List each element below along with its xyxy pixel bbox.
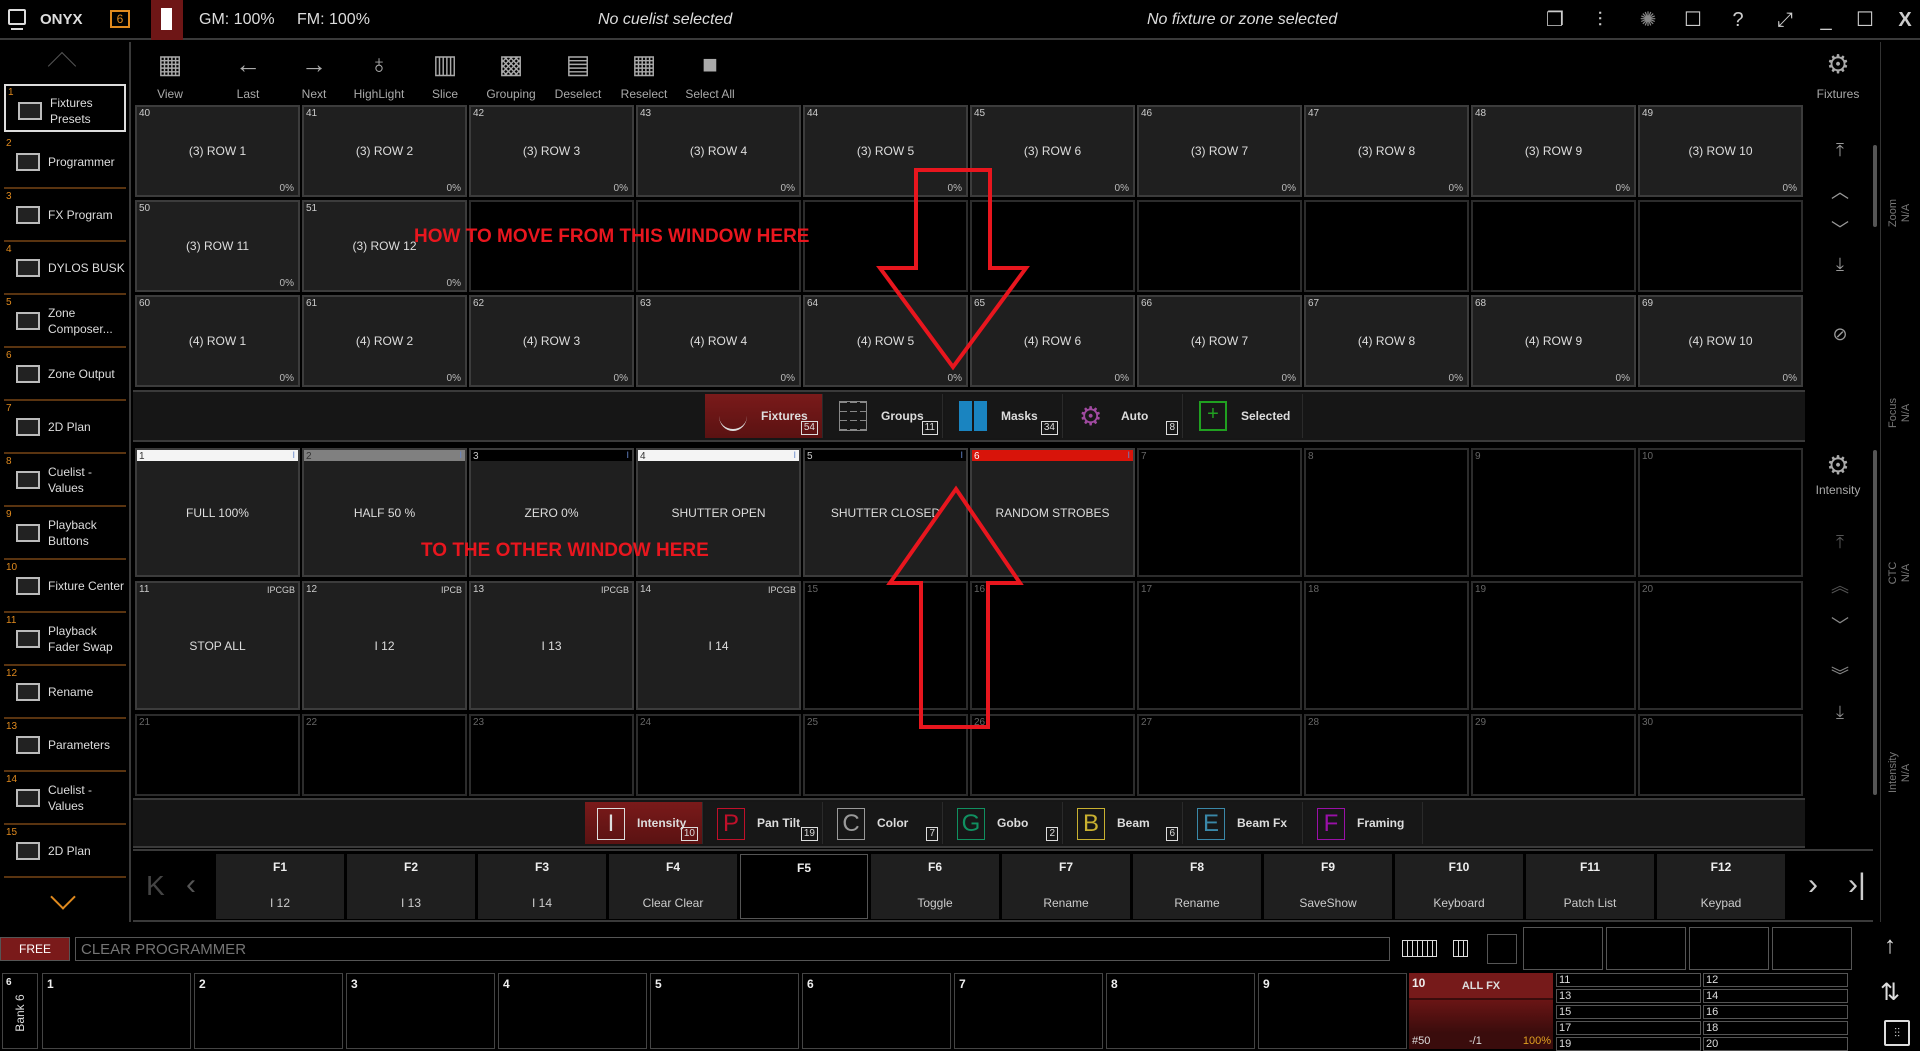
annotation-arrows	[876, 168, 1030, 729]
grid-icon: ▦	[157, 48, 183, 79]
toolbar-label: Reselect	[620, 87, 668, 101]
toolbar-deselect-button[interactable]: ▤ Deselect	[546, 44, 610, 102]
toolbar-highlight-button[interactable]: ♁ HighLight	[347, 44, 411, 102]
up-arrow	[886, 485, 1024, 729]
down-arrow	[876, 168, 1030, 371]
toolbar-grouping-button[interactable]: ▩ Grouping	[479, 44, 543, 102]
toolbar-next-button[interactable]: → Next	[282, 44, 346, 102]
toolbar-slice-button[interactable]: ▥ Slice	[413, 44, 477, 102]
toolbar-label: Grouping	[486, 87, 536, 101]
deselect-icon: ▤	[565, 48, 591, 79]
toolbar-label: Last	[236, 87, 260, 101]
toolbar-label: HighLight	[353, 87, 405, 101]
arrow-left-icon: ←	[235, 48, 261, 79]
toolbar-last-button[interactable]: ← Last	[216, 44, 280, 102]
toolbar-label: Slice	[431, 87, 458, 101]
reselect-icon: ▦	[631, 48, 657, 79]
toolbar-reselect-button[interactable]: ▦ Reselect	[612, 44, 676, 102]
grouping-icon: ▩	[498, 48, 524, 79]
select-all-icon: ■	[702, 48, 718, 79]
toolbar-label: Select All	[685, 87, 735, 101]
toolbar-label: Deselect	[554, 87, 602, 101]
toolbar-label: View	[157, 87, 183, 101]
annotation-bottom: TO THE OTHER WINDOW HERE	[421, 540, 709, 561]
toolbar-select-all-button[interactable]: ■ Select All	[678, 44, 742, 102]
annotation-top: HOW TO MOVE FROM THIS WINDOW HERE	[414, 226, 810, 247]
slice-icon: ▥	[432, 48, 458, 79]
toolbar-label: Next	[301, 87, 327, 101]
arrow-right-icon: →	[301, 48, 327, 79]
bulb-icon: ♁	[369, 48, 389, 79]
toolbar-view-button[interactable]: ▦ View	[138, 44, 202, 102]
